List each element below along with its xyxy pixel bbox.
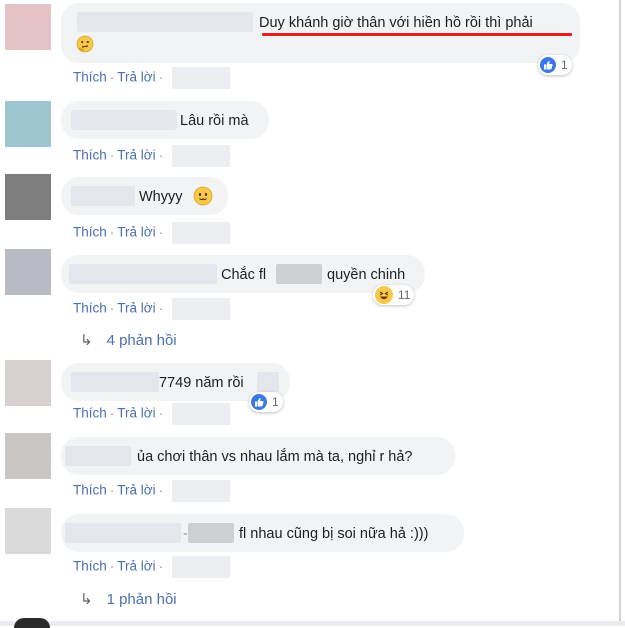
reaction-summary[interactable]: 11: [373, 285, 415, 305]
haha-reaction-icon: [375, 286, 393, 304]
reply-link[interactable]: Trả lời: [117, 148, 155, 163]
separator-dot: ·: [109, 69, 115, 85]
separator-dot: ·: [109, 224, 115, 240]
comment-text: Duy khánh giờ thân với hiền hồ rồi thì p…: [259, 15, 533, 31]
separator-dot: ·: [109, 558, 115, 574]
avatar[interactable]: [5, 4, 51, 50]
commenter-name-redacted[interactable]: [69, 264, 217, 284]
comment-bubble: Whyyy: [61, 177, 228, 215]
text-redacted: [257, 372, 279, 392]
commenter-name-redacted[interactable]: [77, 12, 253, 32]
comment-bubble: Lâu rồi mà: [61, 101, 269, 139]
timestamp-redacted[interactable]: [172, 67, 231, 89]
comment-bubble: ủa chơi thân vs nhau lắm mà ta, nghỉ r h…: [61, 437, 455, 475]
comment-bubble: - fl nhau cũng bị soi nữa hả :))): [61, 514, 464, 552]
comment-text: Chắc fl: [221, 267, 267, 283]
thinking-face-icon: [76, 35, 94, 58]
like-reaction-icon: [540, 57, 556, 73]
separator-dot: ·: [109, 405, 115, 421]
reaction-count: 11: [398, 288, 411, 302]
reaction-summary[interactable]: 1: [538, 55, 572, 75]
comment-actions: Thích · Trả lời ·: [73, 403, 231, 425]
comment-text: Lâu rồi mà: [180, 113, 249, 129]
annotation-underline: [262, 33, 572, 36]
reply-link[interactable]: Trả lời: [117, 559, 155, 574]
commenter-name-redacted[interactable]: [71, 110, 177, 130]
replies-count: 4 phản hồi: [106, 332, 177, 349]
reply-link[interactable]: Trả lời: [117, 406, 155, 421]
like-link[interactable]: Thích: [73, 148, 107, 163]
separator-dot: ·: [109, 147, 115, 163]
view-replies-link[interactable]: ↳ 1 phản hồi: [80, 590, 177, 608]
like-link[interactable]: Thích: [73, 225, 107, 240]
comment-actions: Thích · Trả lời ·: [73, 480, 231, 502]
avatar[interactable]: [5, 174, 51, 220]
comment-actions: Thích · Trả lời ·: [73, 222, 231, 244]
mention-redacted[interactable]: [276, 264, 322, 284]
next-avatar-partial: [14, 618, 50, 628]
reply-link[interactable]: Trả lời: [117, 225, 155, 240]
reaction-count: 1: [561, 58, 568, 72]
like-link[interactable]: Thích: [73, 406, 107, 421]
mention-redacted[interactable]: [188, 523, 234, 543]
comment-actions: Thích · Trả lời ·: [73, 298, 231, 320]
comment-text: quyền chinh: [327, 267, 406, 283]
reaction-summary[interactable]: 1: [249, 392, 283, 412]
like-link[interactable]: Thích: [73, 301, 107, 316]
comment-text: fl nhau cũng bị soi nữa hả :))): [239, 526, 429, 542]
like-reaction-icon: [251, 394, 267, 410]
reply-arrow-icon: ↳: [80, 332, 93, 349]
like-link[interactable]: Thích: [73, 483, 107, 498]
separator-dot: ·: [158, 147, 164, 163]
avatar[interactable]: [5, 249, 51, 295]
replies-count: 1 phản hồi: [106, 591, 177, 608]
timestamp-redacted[interactable]: [172, 222, 231, 244]
timestamp-redacted[interactable]: [172, 145, 231, 167]
bottom-border: [0, 621, 625, 626]
reply-link[interactable]: Trả lời: [117, 70, 155, 85]
right-border: [619, 0, 621, 626]
comment-text: 7749 năm rồi: [159, 375, 244, 391]
commenter-name-redacted[interactable]: [71, 372, 159, 392]
separator-dot: ·: [158, 300, 164, 316]
timestamp-redacted[interactable]: [172, 298, 231, 320]
avatar[interactable]: [5, 101, 51, 147]
reaction-count: 1: [272, 395, 279, 409]
separator-dot: ·: [109, 482, 115, 498]
comment-actions: Thích · Trả lời ·: [73, 67, 231, 89]
separator-dot: ·: [158, 224, 164, 240]
smiling-face-icon: [193, 186, 213, 211]
commenter-name-redacted[interactable]: [71, 186, 135, 206]
timestamp-redacted[interactable]: [172, 403, 231, 425]
avatar[interactable]: [5, 360, 51, 406]
separator-dot: ·: [158, 69, 164, 85]
commenter-name-redacted[interactable]: [65, 523, 181, 543]
timestamp-redacted[interactable]: [172, 480, 231, 502]
comment-actions: Thích · Trả lời ·: [73, 145, 231, 167]
commenter-name-redacted[interactable]: [65, 446, 131, 466]
avatar[interactable]: [5, 433, 51, 479]
reply-link[interactable]: Trả lời: [117, 483, 155, 498]
avatar[interactable]: [5, 508, 51, 554]
like-link[interactable]: Thích: [73, 70, 107, 85]
comment-text: Whyyy: [139, 189, 183, 205]
reply-arrow-icon: ↳: [80, 591, 93, 608]
view-replies-link[interactable]: ↳ 4 phản hồi: [80, 331, 177, 349]
comment-actions: Thích · Trả lời ·: [73, 556, 231, 578]
separator-dot: ·: [109, 300, 115, 316]
separator-dot: ·: [158, 405, 164, 421]
comment-text: ủa chơi thân vs nhau lắm mà ta, nghỉ r h…: [137, 449, 413, 465]
timestamp-redacted[interactable]: [172, 556, 231, 578]
separator-dot: ·: [158, 558, 164, 574]
reply-link[interactable]: Trả lời: [117, 301, 155, 316]
separator-dot: ·: [158, 482, 164, 498]
like-link[interactable]: Thích: [73, 559, 107, 574]
comment-bubble: Chắc fl quyền chinh: [61, 255, 425, 293]
